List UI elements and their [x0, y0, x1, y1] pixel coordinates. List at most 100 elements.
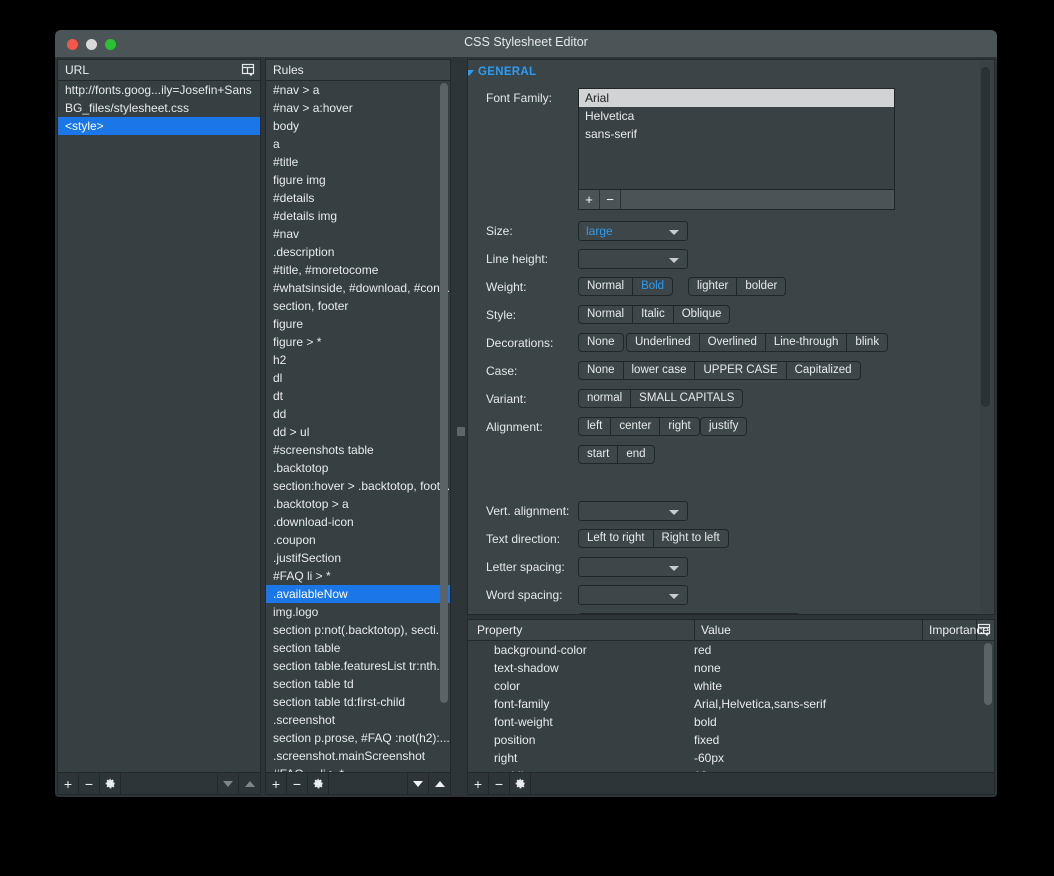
text-direction-group[interactable]: Left to rightRight to left [578, 529, 729, 548]
rule-move-up-button[interactable] [429, 773, 450, 794]
value-column-header[interactable]: Value [701, 623, 731, 637]
text-transform-option[interactable]: None [579, 362, 624, 379]
property-column-header[interactable]: Property [477, 623, 522, 637]
weight-option[interactable]: Bold [633, 278, 672, 295]
rules-list-item[interactable]: #screenshots table [266, 441, 450, 459]
rules-list-item[interactable]: #nav > a:hover [266, 99, 450, 117]
property-table-row[interactable]: font-weightbold [468, 713, 994, 731]
size-select[interactable]: large [578, 221, 688, 241]
url-list-item[interactable]: BG_files/stylesheet.css [58, 99, 260, 117]
font-variant-option[interactable]: normal [579, 390, 631, 407]
decorations-group[interactable]: UnderlinedOverlinedLine-throughblink [626, 333, 888, 352]
rules-list-item[interactable]: #details [266, 189, 450, 207]
rules-list-item[interactable]: figure [266, 315, 450, 333]
rules-list-item[interactable]: section:hover > .backtotop, foot... [266, 477, 450, 495]
alignment-option[interactable]: justify [701, 418, 746, 435]
property-table-row[interactable]: background-colorred [468, 641, 994, 659]
rules-list-item[interactable]: section table [266, 639, 450, 657]
alignment-logical-group[interactable]: startend [578, 445, 655, 464]
column-config-icon[interactable] [241, 63, 256, 77]
url-move-down-button[interactable] [218, 773, 239, 794]
font-variant-group[interactable]: normalSMALL CAPITALS [578, 389, 743, 408]
font-style-option[interactable]: Oblique [674, 306, 730, 323]
decorations-option[interactable]: blink [847, 334, 887, 351]
splitter-grip[interactable] [457, 427, 465, 436]
add-property-button[interactable]: + [468, 773, 489, 794]
property-table-row[interactable]: positionfixed [468, 731, 994, 749]
url-settings-button[interactable] [100, 773, 121, 794]
font-family-item[interactable]: Arial [579, 89, 894, 107]
letter-spacing-select[interactable] [578, 557, 688, 577]
property-table-row[interactable]: colorwhite [468, 677, 994, 695]
word-spacing-select[interactable] [578, 585, 688, 605]
weight-option[interactable]: Normal [579, 278, 633, 295]
rules-list-item[interactable]: #nav [266, 225, 450, 243]
remove-font-family-button[interactable]: − [600, 190, 621, 209]
url-list-item[interactable]: <style> [58, 117, 260, 135]
alignment-option[interactable]: left [579, 418, 611, 435]
vert-alignment-select[interactable] [578, 501, 688, 521]
text-transform-option[interactable]: lower case [624, 362, 696, 379]
rules-list-item[interactable]: section p:not(.backtotop), secti... [266, 621, 450, 639]
rules-list-item[interactable]: #whatsinside, #download, #con... [266, 279, 450, 297]
line-height-select[interactable] [578, 249, 688, 269]
rules-list-item[interactable]: .availableNow [266, 585, 450, 603]
rules-list-item[interactable]: .screenshot [266, 711, 450, 729]
decorations-option[interactable]: None [579, 334, 623, 351]
properties-scrollbar-thumb[interactable] [984, 643, 992, 705]
rules-list-item[interactable]: dd > ul [266, 423, 450, 441]
url-list-item[interactable]: http://fonts.goog...ily=Josefin+Sans [58, 81, 260, 99]
general-scrollbar-thumb[interactable] [981, 67, 990, 407]
property-table-row[interactable]: text-shadownone [468, 659, 994, 677]
text-transform-option[interactable]: Capitalized [787, 362, 860, 379]
rules-list-item[interactable]: figure > * [266, 333, 450, 351]
rules-list-item[interactable]: img.logo [266, 603, 450, 621]
rules-list-item[interactable]: .screenshot.mainScreenshot [266, 747, 450, 765]
url-move-up-button[interactable] [239, 773, 260, 794]
alignment-option[interactable]: right [660, 418, 698, 435]
rules-scrollbar-thumb[interactable] [440, 83, 448, 703]
alignment-option[interactable]: start [579, 446, 618, 463]
decorations-none-group[interactable]: None [578, 333, 624, 352]
font-family-list[interactable]: ArialHelveticasans-serif [578, 88, 895, 190]
rules-list-item[interactable]: #FAQ ... li > * [266, 765, 450, 772]
rules-list-item[interactable]: .justifSection [266, 549, 450, 567]
rules-list-item[interactable]: dd [266, 405, 450, 423]
rules-settings-button[interactable] [308, 773, 329, 794]
font-family-item[interactable]: sans-serif [579, 125, 894, 143]
properties-settings-button[interactable] [510, 773, 531, 794]
add-rule-button[interactable]: + [266, 773, 287, 794]
rules-list-item[interactable]: dl [266, 369, 450, 387]
text-transform-group[interactable]: Nonelower caseUPPER CASECapitalized [578, 361, 861, 380]
rules-list[interactable]: #nav > a#nav > a:hoverbodya#titlefigure … [266, 81, 450, 772]
general-scrollbar-track[interactable] [980, 61, 993, 613]
decorations-option[interactable]: Line-through [766, 334, 848, 351]
weight-option[interactable]: lighter [689, 278, 737, 295]
rules-list-item[interactable]: .coupon [266, 531, 450, 549]
rules-list-item[interactable]: .download-icon [266, 513, 450, 531]
decorations-option[interactable]: Overlined [700, 334, 766, 351]
rules-list-item[interactable]: #title [266, 153, 450, 171]
rules-list-item[interactable]: .backtotop > a [266, 495, 450, 513]
rules-list-item[interactable]: section table td [266, 675, 450, 693]
weight-option[interactable]: bolder [737, 278, 785, 295]
rules-list-item[interactable]: .description [266, 243, 450, 261]
rules-list-item[interactable]: .backtotop [266, 459, 450, 477]
url-list[interactable]: http://fonts.goog...ily=Josefin+SansBG_f… [58, 81, 260, 772]
font-family-item[interactable]: Helvetica [579, 107, 894, 125]
decorations-option[interactable]: Underlined [627, 334, 700, 351]
rules-list-item[interactable]: section table td:first-child [266, 693, 450, 711]
rules-list-item[interactable]: figure img [266, 171, 450, 189]
rules-list-item[interactable]: section table.featuresList tr:nth... [266, 657, 450, 675]
rules-list-item[interactable]: h2 [266, 351, 450, 369]
text-direction-option[interactable]: Right to left [654, 530, 728, 547]
text-transform-option[interactable]: UPPER CASE [695, 362, 786, 379]
font-style-option[interactable]: Italic [633, 306, 674, 323]
font-style-group[interactable]: NormalItalicOblique [578, 305, 730, 324]
rules-list-item[interactable]: #title, #moretocome [266, 261, 450, 279]
add-url-button[interactable]: + [58, 773, 79, 794]
remove-rule-button[interactable]: − [287, 773, 308, 794]
rules-list-item[interactable]: dt [266, 387, 450, 405]
rule-move-down-button[interactable] [408, 773, 429, 794]
chevron-down-icon[interactable] [467, 70, 474, 76]
